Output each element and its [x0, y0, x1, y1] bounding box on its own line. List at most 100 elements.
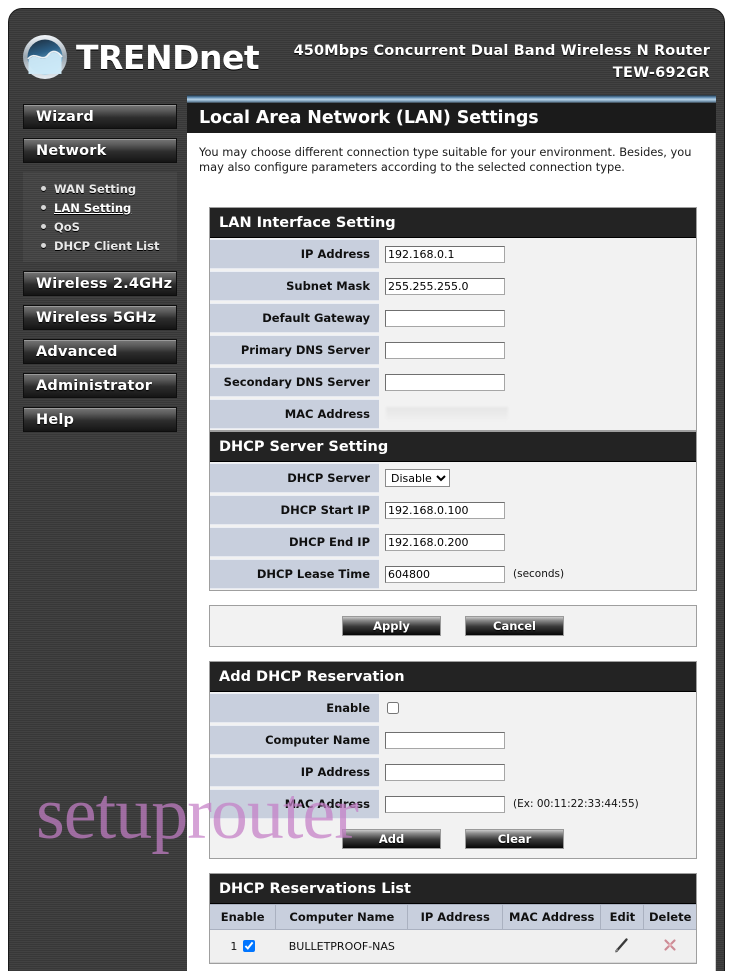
mac-format-hint: (Ex: 00:11:22:33:44:55)	[513, 798, 639, 810]
section-title: DHCP Server Setting	[219, 438, 389, 455]
sidebar-item-advanced[interactable]: Advanced	[23, 339, 177, 364]
sidebar-subitem-label: LAN Setting	[54, 200, 132, 215]
brand-name: TRENDnet	[76, 37, 260, 77]
row-index: 1	[230, 939, 238, 953]
column-header-mac-address: MAC Address	[502, 904, 602, 930]
field-label: DHCP Server	[210, 463, 379, 493]
field-label: Subnet Mask	[210, 271, 379, 301]
page-intro-text: You may choose different connection type…	[199, 145, 692, 174]
bullet-icon	[41, 205, 46, 210]
field-row-default-gateway: Default Gateway	[210, 302, 696, 334]
bullet-icon	[41, 243, 46, 248]
reservation-computer-name-input[interactable]	[385, 731, 505, 749]
field-value: (Ex: 00:11:22:33:44:55)	[379, 788, 696, 820]
field-value: (seconds)	[379, 558, 696, 590]
section-title: LAN Interface Setting	[219, 214, 396, 231]
field-row-ip-address: IP Address	[210, 238, 696, 270]
sidebar-item-label: Advanced	[36, 343, 118, 360]
sidebar-item-help[interactable]: Help	[23, 407, 177, 432]
brand-name-lower: net	[198, 37, 260, 77]
product-identity: 450Mbps Concurrent Dual Band Wireless N …	[294, 43, 710, 81]
field-row-dhcp-end-ip: DHCP End IP	[210, 526, 696, 558]
clear-button[interactable]: Clear	[465, 829, 564, 849]
sidebar-item-lan-setting[interactable]: LAN Setting	[23, 198, 177, 217]
lan-interface-section: LAN Interface Setting IP Address Subnet …	[209, 207, 697, 431]
reservations-list-body: Enable Computer Name IP Address MAC Addr…	[210, 904, 696, 963]
field-row-reservation-mac: MAC Address (Ex: 00:11:22:33:44:55)	[210, 788, 696, 820]
add-button[interactable]: Add	[342, 829, 441, 849]
reservations-table: Enable Computer Name IP Address MAC Addr…	[210, 904, 696, 963]
ip-address-input[interactable]	[385, 245, 505, 263]
sidebar-item-administrator[interactable]: Administrator	[23, 373, 177, 398]
dhcp-end-ip-input[interactable]	[385, 533, 505, 551]
primary-dns-input[interactable]	[385, 341, 505, 359]
mac-address-readonly-value	[386, 407, 508, 421]
field-label: Computer Name	[210, 725, 379, 755]
field-value	[379, 238, 696, 270]
brand-logo: TRENDnet	[21, 33, 260, 81]
field-label: Default Gateway	[210, 303, 379, 333]
page-header: TRENDnet 450Mbps Concurrent Dual Band Wi…	[9, 9, 724, 95]
field-label: Enable	[210, 693, 379, 723]
page-title-bar: Local Area Network (LAN) Settings	[187, 103, 716, 133]
field-row-dhcp-start-ip: DHCP Start IP	[210, 494, 696, 526]
dhcp-reservations-list-section: DHCP Reservations List Enable Computer N…	[209, 873, 697, 964]
dhcp-server-select[interactable]: Disable	[385, 469, 450, 487]
row-computer-name-cell: BULLETPROOF-NAS	[275, 929, 408, 963]
subnet-mask-input[interactable]	[385, 277, 505, 295]
accent-strip	[187, 95, 716, 103]
device-chrome-frame: TRENDnet 450Mbps Concurrent Dual Band Wi…	[8, 8, 725, 971]
add-reservation-header: Add DHCP Reservation	[210, 661, 696, 692]
secondary-dns-input[interactable]	[385, 373, 505, 391]
field-label: DHCP End IP	[210, 527, 379, 557]
delete-x-icon[interactable]	[662, 938, 678, 956]
cancel-button[interactable]: Cancel	[465, 616, 564, 636]
row-enable-cell: 1	[210, 929, 276, 963]
reservations-list-header: DHCP Reservations List	[210, 873, 696, 904]
pencil-icon[interactable]	[612, 937, 632, 958]
field-value	[379, 494, 696, 526]
field-value	[379, 334, 696, 366]
model-number: TEW-692GR	[612, 65, 710, 81]
sidebar-subnav-network: WAN Setting LAN Setting QoS DHCP Client …	[23, 172, 177, 262]
dhcp-server-body: DHCP Server Disable DHCP Start IP 192.16…	[210, 462, 696, 590]
brand-name-upper: TREND	[76, 37, 199, 77]
column-header-delete: Delete	[643, 904, 696, 930]
field-label: Secondary DNS Server	[210, 367, 379, 397]
apply-button[interactable]: Apply	[342, 616, 441, 636]
sidebar-item-wan-setting[interactable]: WAN Setting	[23, 179, 177, 198]
sidebar-nav: Wizard Network WAN Setting LAN Setting Q…	[9, 95, 187, 971]
sidebar-item-label: Administrator	[36, 377, 153, 394]
main-content: Local Area Network (LAN) Settings You ma…	[187, 95, 724, 971]
field-label: IP Address	[210, 757, 379, 787]
reservation-enable-checkbox[interactable]	[387, 702, 399, 714]
field-value	[379, 692, 696, 724]
reservation-mac-address-input[interactable]	[385, 795, 505, 813]
field-row-secondary-dns: Secondary DNS Server	[210, 366, 696, 398]
sidebar-item-wireless-5ghz[interactable]: Wireless 5GHz	[23, 305, 177, 330]
trendnet-swoosh-logo-icon	[21, 33, 69, 81]
sidebar-subitem-label: QoS	[54, 219, 80, 234]
sidebar-item-wireless-24ghz[interactable]: Wireless 2.4GHz	[23, 271, 177, 296]
sidebar-item-wizard[interactable]: Wizard	[23, 104, 177, 129]
default-gateway-input[interactable]	[385, 309, 505, 327]
dhcp-lease-time-input[interactable]	[385, 565, 505, 583]
row-edit-cell[interactable]	[600, 929, 644, 963]
column-header-enable: Enable	[210, 904, 277, 930]
lan-interface-body: IP Address Subnet Mask Def	[210, 238, 696, 430]
column-header-edit: Edit	[600, 904, 645, 930]
sidebar-item-dhcp-client-list[interactable]: DHCP Client List	[23, 236, 177, 255]
field-row-computer-name: Computer Name	[210, 724, 696, 756]
section-title: Add DHCP Reservation	[219, 668, 405, 685]
row-enable-checkbox[interactable]	[243, 940, 256, 952]
field-value	[379, 724, 696, 756]
column-header-computer-name: Computer Name	[275, 904, 409, 930]
reservation-ip-address-input[interactable]	[385, 763, 505, 781]
field-label: MAC Address	[210, 399, 379, 429]
sidebar-item-qos[interactable]: QoS	[23, 217, 177, 236]
row-delete-cell[interactable]	[643, 929, 696, 963]
dhcp-start-ip-input[interactable]	[385, 501, 505, 519]
page-title: Local Area Network (LAN) Settings	[199, 108, 539, 128]
sidebar-item-network[interactable]: Network	[23, 138, 177, 163]
product-name: 450Mbps Concurrent Dual Band Wireless N …	[293, 43, 710, 59]
